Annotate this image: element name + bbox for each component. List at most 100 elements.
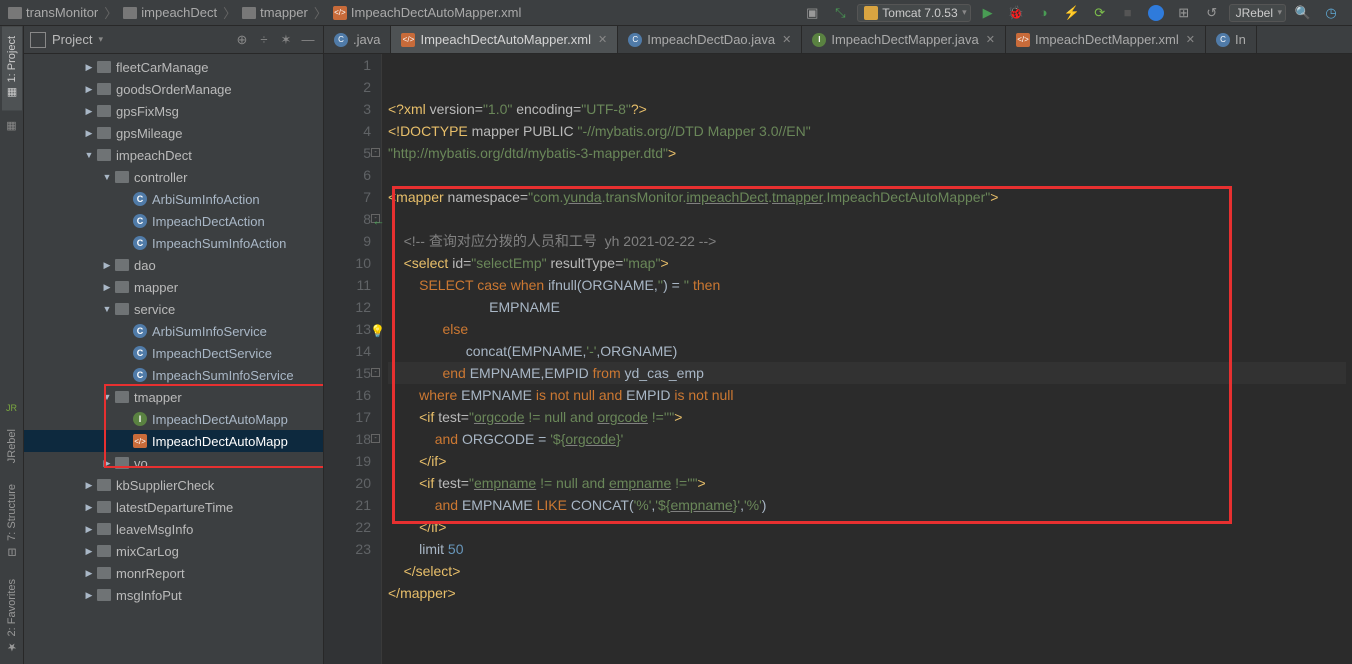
rail-jrebel-tab[interactable]: JRebel: [3, 419, 21, 473]
profile-icon[interactable]: ⚡: [1061, 2, 1083, 24]
breadcrumb-item[interactable]: transMonitor: [4, 5, 102, 20]
editor-tab[interactable]: </>ImpeachDectMapper.xml✕: [1006, 26, 1206, 53]
tree-label: ImpeachDectService: [152, 346, 272, 361]
code-line[interactable]: <!-- 查询对应分拨的人员和工号 yh 2021-02-22 -->: [388, 230, 1346, 252]
close-icon[interactable]: ✕: [782, 33, 791, 46]
sidebar-config-icon[interactable]: [30, 32, 46, 48]
tree-row[interactable]: ▶fleetCarManage: [24, 56, 323, 78]
sidebar-title[interactable]: Project: [52, 32, 227, 47]
jrebel-dropdown[interactable]: JRebel: [1229, 4, 1286, 22]
code-line[interactable]: </mapper>: [388, 582, 1346, 604]
close-icon[interactable]: ✕: [598, 33, 607, 46]
rail-favorites-tab[interactable]: ★2: Favorites: [2, 569, 22, 664]
code-line[interactable]: SELECT case when ifnull(ORGNAME,'') = ''…: [388, 274, 1346, 296]
run-config-dropdown[interactable]: Tomcat 7.0.53: [857, 4, 970, 22]
tree-row[interactable]: CArbiSumInfoService: [24, 320, 323, 342]
collapse-icon[interactable]: ÷: [255, 31, 273, 49]
settings-icon[interactable]: ✶: [277, 31, 295, 49]
tree-row[interactable]: ▶vo: [24, 452, 323, 474]
project-view-icon[interactable]: ▣: [801, 2, 823, 24]
editor-tab[interactable]: CImpeachDectDao.java✕: [618, 26, 802, 53]
tree-row[interactable]: ▼controller: [24, 166, 323, 188]
code-line[interactable]: <if test="orgcode != null and orgcode !=…: [388, 406, 1346, 428]
code-line[interactable]: </if>: [388, 450, 1346, 472]
code-line[interactable]: <mapper namespace="com.yunda.transMonito…: [388, 186, 1346, 208]
tree-row[interactable]: ▶mixCarLog: [24, 540, 323, 562]
rail-project-label: 1: Project: [6, 36, 18, 82]
run-icon[interactable]: ▶: [977, 2, 999, 24]
clock-icon[interactable]: ◷: [1320, 2, 1342, 24]
code-line[interactable]: [388, 164, 1346, 186]
code-view[interactable]: <?xml version="1.0" encoding="UTF-8"?><!…: [382, 54, 1352, 664]
breadcrumb-item[interactable]: tmapper: [238, 5, 312, 20]
coverage-icon[interactable]: ◑: [1033, 2, 1055, 24]
tree-row[interactable]: ▼impeachDect: [24, 144, 323, 166]
sync-icon[interactable]: ↺: [1201, 2, 1223, 24]
hammer-icon[interactable]: ⤡: [829, 2, 851, 24]
tree-row[interactable]: ▶monrReport: [24, 562, 323, 584]
execute-icon[interactable]: ⟳: [1089, 2, 1111, 24]
tree-row[interactable]: ▼tmapper: [24, 386, 323, 408]
code-line[interactable]: </select>: [388, 560, 1346, 582]
stop-icon[interactable]: ■: [1117, 2, 1139, 24]
editor-body[interactable]: 12345-678-←910111213💡1415-161718-1920212…: [324, 54, 1352, 664]
tree-row[interactable]: ▶goodsOrderManage: [24, 78, 323, 100]
code-line[interactable]: and EMPNAME LIKE CONCAT('%','${empname}'…: [388, 494, 1346, 516]
tree-row[interactable]: CImpeachSumInfoService: [24, 364, 323, 386]
code-line[interactable]: EMPNAME: [388, 296, 1346, 318]
project-sidebar: Project ⊕ ÷ ✶ — ▶fleetCarManage▶goodsOrd…: [24, 26, 324, 664]
code-line[interactable]: </if>: [388, 516, 1346, 538]
tree-row[interactable]: IImpeachDectAutoMapp: [24, 408, 323, 430]
tree-row[interactable]: ▶leaveMsgInfo: [24, 518, 323, 540]
code-line[interactable]: where EMPNAME is not null and EMPID is n…: [388, 384, 1346, 406]
debug-icon[interactable]: 🐞: [1005, 2, 1027, 24]
tree-row[interactable]: CImpeachDectAction: [24, 210, 323, 232]
rail-structure-tab[interactable]: ⊟7: Structure: [2, 474, 22, 569]
editor-tab[interactable]: C.java: [324, 26, 391, 53]
close-icon[interactable]: ✕: [986, 33, 995, 46]
hide-icon[interactable]: —: [299, 31, 317, 49]
search-icon[interactable]: 🔍: [1292, 2, 1314, 24]
code-line[interactable]: "http://mybatis.org/dtd/mybatis-3-mapper…: [388, 142, 1346, 164]
rail-folder-icon[interactable]: ▦: [5, 118, 19, 132]
tree-row[interactable]: CImpeachSumInfoAction: [24, 232, 323, 254]
globe-icon[interactable]: [1145, 2, 1167, 24]
rail-jrebel-icon[interactable]: JR: [5, 401, 19, 415]
tree-row[interactable]: ▶kbSupplierCheck: [24, 474, 323, 496]
structure-icon[interactable]: ⊞: [1173, 2, 1195, 24]
code-line[interactable]: <?xml version="1.0" encoding="UTF-8"?>: [388, 98, 1346, 120]
tree-row[interactable]: CArbiSumInfoAction: [24, 188, 323, 210]
java-icon: C: [1216, 33, 1230, 47]
tree-row[interactable]: ▶msgInfoPut: [24, 584, 323, 606]
code-line[interactable]: and ORGCODE = '${orgcode}': [388, 428, 1346, 450]
close-icon[interactable]: ✕: [1186, 33, 1195, 46]
editor-tab[interactable]: </>ImpeachDectAutoMapper.xml✕: [391, 26, 618, 53]
locate-icon[interactable]: ⊕: [233, 31, 251, 49]
tree-row[interactable]: </>ImpeachDectAutoMapp: [24, 430, 323, 452]
tree-row[interactable]: ▶gpsFixMsg: [24, 100, 323, 122]
code-line[interactable]: else: [388, 318, 1346, 340]
code-line[interactable]: <if test="empname != null and empname !=…: [388, 472, 1346, 494]
tree-row[interactable]: ▶latestDepartureTime: [24, 496, 323, 518]
breadcrumb-item[interactable]: </>ImpeachDectAutoMapper.xml: [329, 5, 526, 20]
tree-row[interactable]: CImpeachDectService: [24, 342, 323, 364]
code-line[interactable]: <!DOCTYPE mapper PUBLIC "-//mybatis.org/…: [388, 120, 1346, 142]
code-line[interactable]: end EMPNAME,EMPID from yd_cas_emp: [388, 362, 1346, 384]
tree-row[interactable]: ▶mapper: [24, 276, 323, 298]
tree-row[interactable]: ▼service: [24, 298, 323, 320]
editor-tab[interactable]: CIn: [1206, 26, 1257, 53]
code-line[interactable]: limit 50: [388, 538, 1346, 560]
code-line[interactable]: <select id="selectEmp" resultType="map">: [388, 252, 1346, 274]
rail-project-tab[interactable]: ▦1: Project: [2, 26, 22, 110]
toolbar-buttons: ▣ ⤡ Tomcat 7.0.53 ▶ 🐞 ◑ ⚡ ⟳ ■ ⊞ ↺ JRebel…: [795, 2, 1348, 24]
tree-row[interactable]: ▶gpsMileage: [24, 122, 323, 144]
editor-tab[interactable]: IImpeachDectMapper.java✕: [802, 26, 1006, 53]
code-line[interactable]: [388, 208, 1346, 230]
project-tree[interactable]: ▶fleetCarManage▶goodsOrderManage▶gpsFixM…: [24, 54, 323, 664]
breadcrumb-item[interactable]: impeachDect: [119, 5, 221, 20]
tree-label: mixCarLog: [116, 544, 179, 559]
code-line[interactable]: concat(EMPNAME,'-',ORGNAME): [388, 340, 1346, 362]
tree-row[interactable]: ▶dao: [24, 254, 323, 276]
tree-label: ImpeachSumInfoService: [152, 368, 294, 383]
xml-icon: </>: [401, 33, 415, 47]
